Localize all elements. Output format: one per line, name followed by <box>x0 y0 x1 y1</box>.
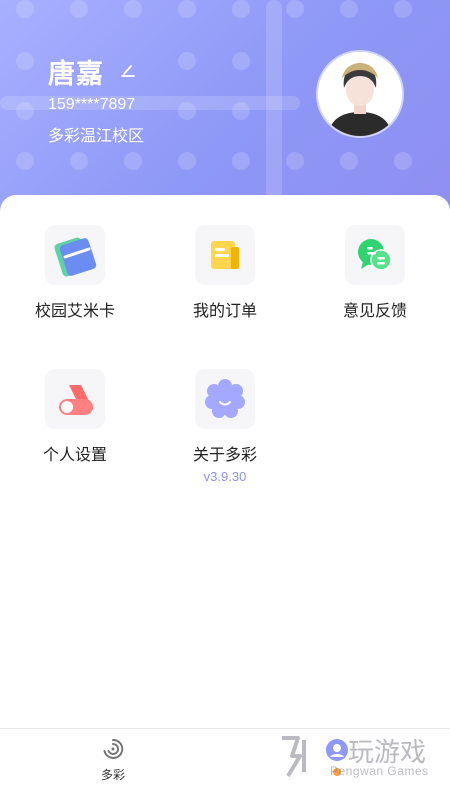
profile-tab-icon <box>326 739 348 761</box>
menu-label: 我的订单 <box>192 303 257 320</box>
menu-item-personal-settings[interactable]: 个人设置 <box>0 369 150 465</box>
campus-card-icon <box>54 237 97 277</box>
tab-home-label: 多彩 <box>100 768 125 782</box>
menu-icon-box <box>195 369 255 429</box>
menu-card: 校园艾米卡 我的订单 意见反馈 个人设置 关于多彩 v3.9.30 <box>0 195 450 728</box>
menu-item-my-orders[interactable]: 我的订单 <box>150 225 300 321</box>
menu-label: 校园艾米卡 <box>34 303 115 320</box>
user-phone: 159****7897 <box>48 96 136 113</box>
menu-label: 意见反馈 <box>342 303 407 320</box>
app-version: v3.9.30 <box>203 469 247 484</box>
edit-icon[interactable] <box>118 60 138 80</box>
tab-home[interactable]: 多彩 <box>78 737 148 783</box>
orders-icon <box>211 241 239 269</box>
about-flower-icon <box>205 379 245 418</box>
menu-icon-box <box>195 225 255 285</box>
avatar[interactable] <box>318 52 402 136</box>
menu-item-about[interactable]: 关于多彩 v3.9.30 <box>150 369 300 484</box>
tab-profile[interactable] <box>302 737 372 776</box>
menu-icon-box <box>45 225 105 285</box>
user-campus: 多彩温江校区 <box>48 128 145 145</box>
user-name: 唐嘉 <box>48 59 104 89</box>
settings-toggle-icon <box>59 385 93 415</box>
avatar-portrait-icon <box>318 52 402 136</box>
menu-item-feedback[interactable]: 意见反馈 <box>300 225 450 321</box>
feedback-icon <box>358 239 392 271</box>
menu-item-campus-card[interactable]: 校园艾米卡 <box>0 225 150 321</box>
bottom-tab-bar: 多彩 <box>0 728 450 801</box>
profile-header: 唐嘉 159****7897 多彩温江校区 <box>0 0 450 215</box>
tab-profile-badge <box>333 768 341 776</box>
menu-label: 关于多彩 <box>192 447 257 464</box>
menu-label: 个人设置 <box>42 447 107 464</box>
swirl-icon <box>103 738 124 759</box>
menu-icon-box <box>345 225 405 285</box>
menu-icon-box <box>45 369 105 429</box>
